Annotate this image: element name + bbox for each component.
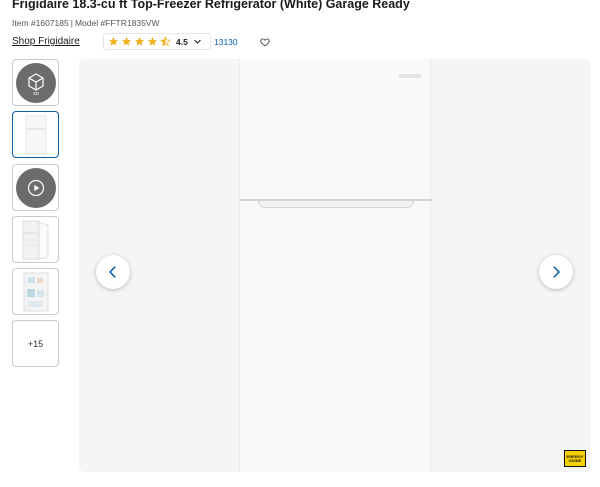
fridge-handle bbox=[258, 201, 414, 208]
meta-separator: | bbox=[70, 18, 73, 28]
chevron-left-icon bbox=[109, 266, 116, 278]
thumbnail-fridge-interior[interactable] bbox=[12, 268, 59, 315]
energy-guide-badge[interactable]: ENERGY GUIDE bbox=[564, 450, 586, 467]
product-title: Frigidaire 18.3-cu ft Top-Freezer Refrig… bbox=[12, 0, 410, 11]
star-icon bbox=[108, 36, 119, 46]
rating-value: 4.5 bbox=[176, 36, 188, 47]
thumbnail-more[interactable]: +15 bbox=[12, 320, 59, 367]
review-count-link[interactable]: 13130 bbox=[214, 37, 238, 47]
shop-brand-link[interactable]: Shop Frigidaire bbox=[12, 36, 80, 47]
rating-stars bbox=[108, 36, 171, 47]
main-product-image bbox=[79, 59, 591, 472]
thumbnail-open-fridge[interactable] bbox=[12, 216, 59, 263]
favorite-button[interactable] bbox=[256, 33, 274, 50]
half-star-icon bbox=[160, 36, 171, 47]
thumbnail-video[interactable] bbox=[12, 164, 59, 211]
cube-3d-icon: 3D bbox=[15, 62, 56, 103]
model-number: Model #FFTR1835VW bbox=[74, 18, 160, 28]
refrigerator-image bbox=[239, 59, 432, 472]
brand-badge bbox=[399, 74, 421, 78]
fridge-interior-thumbnail bbox=[23, 272, 48, 311]
heart-icon bbox=[260, 37, 270, 46]
star-icon bbox=[134, 36, 145, 46]
fridge-thumbnail bbox=[25, 115, 46, 154]
energy-guide-line2: GUIDE bbox=[568, 457, 582, 463]
next-image-button[interactable] bbox=[539, 255, 573, 289]
previous-image-button[interactable] bbox=[96, 255, 130, 289]
star-icon bbox=[121, 36, 132, 46]
more-images-count: +15 bbox=[27, 338, 44, 349]
star-icon bbox=[147, 36, 158, 46]
thumbnail-fridge-front[interactable] bbox=[12, 111, 59, 158]
item-number: Item #1607185 bbox=[12, 18, 69, 28]
open-fridge-thumbnail bbox=[22, 220, 48, 259]
product-meta: Item #1607185 | Model #FFTR1835VW bbox=[12, 18, 160, 28]
thumbnail-3d-label: 3D bbox=[33, 91, 40, 96]
chevron-right-icon bbox=[553, 266, 560, 278]
play-icon bbox=[27, 179, 44, 196]
rating-dropdown[interactable]: 4.5 bbox=[103, 33, 211, 50]
chevron-down-icon bbox=[193, 39, 201, 44]
thumbnail-3d-view[interactable]: 3D bbox=[12, 59, 59, 106]
video-thumbnail bbox=[15, 167, 56, 208]
